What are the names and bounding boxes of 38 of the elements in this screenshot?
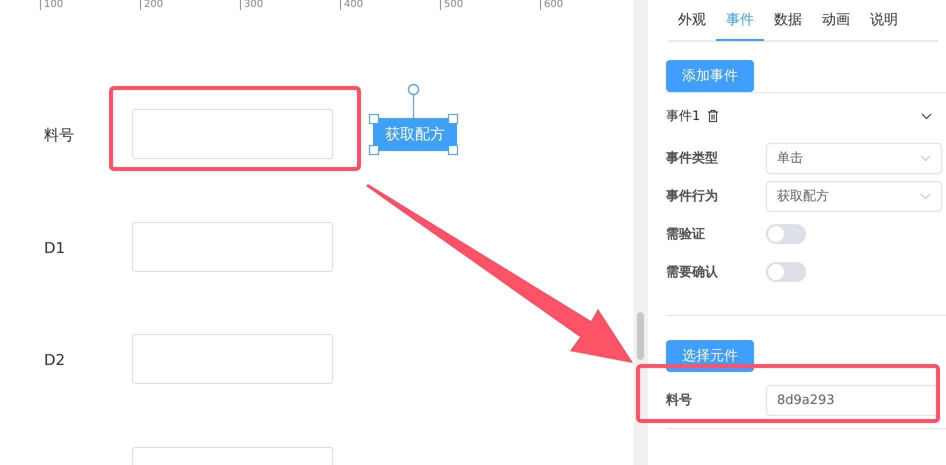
select-field[interactable]: 单击 xyxy=(766,142,942,174)
chevron-icon xyxy=(920,154,931,162)
ruler-tick xyxy=(440,0,441,10)
event-title: 事件1 xyxy=(666,108,700,125)
field-label: D1 xyxy=(44,238,66,256)
tab[interactable]: 动画 xyxy=(812,1,860,41)
ruler-tick xyxy=(40,0,41,10)
row-label: 需验证 xyxy=(666,226,706,243)
resize-handle[interactable] xyxy=(448,114,458,124)
row-label: 事件类型 xyxy=(666,150,719,167)
select-field[interactable]: 获取配方 xyxy=(766,180,942,212)
chevron-icon xyxy=(920,192,931,200)
chevron-icon[interactable] xyxy=(921,112,932,120)
input-field[interactable] xyxy=(132,334,333,384)
resize-grip[interactable] xyxy=(637,312,644,360)
resize-handle[interactable] xyxy=(369,145,379,155)
field-label: D2 xyxy=(44,351,66,369)
rotate-handle[interactable] xyxy=(407,83,420,120)
input-field[interactable]: 8d9a293 xyxy=(766,384,938,416)
ruler-tick xyxy=(340,0,341,10)
ruler-tick xyxy=(240,0,241,10)
input-field[interactable] xyxy=(132,222,333,272)
tab[interactable]: 说明 xyxy=(860,1,908,41)
input-field[interactable] xyxy=(132,109,333,159)
tab[interactable]: 外观 xyxy=(668,1,716,41)
field-label: 料号 xyxy=(44,126,74,145)
tab[interactable]: 数据 xyxy=(764,1,812,41)
arrow-icon xyxy=(366,181,634,365)
toggle-switch[interactable] xyxy=(766,224,806,244)
ruler-tick xyxy=(540,0,541,10)
row-label: 需要确认 xyxy=(666,264,719,281)
ruler-tick xyxy=(140,0,141,10)
resize-handle[interactable] xyxy=(369,114,379,124)
trash-icon[interactable] xyxy=(708,110,718,122)
row-label: 料号 xyxy=(666,392,693,409)
resize-handle[interactable] xyxy=(448,145,458,155)
row-label: 事件行为 xyxy=(666,188,719,205)
toggle-switch[interactable] xyxy=(766,262,806,282)
